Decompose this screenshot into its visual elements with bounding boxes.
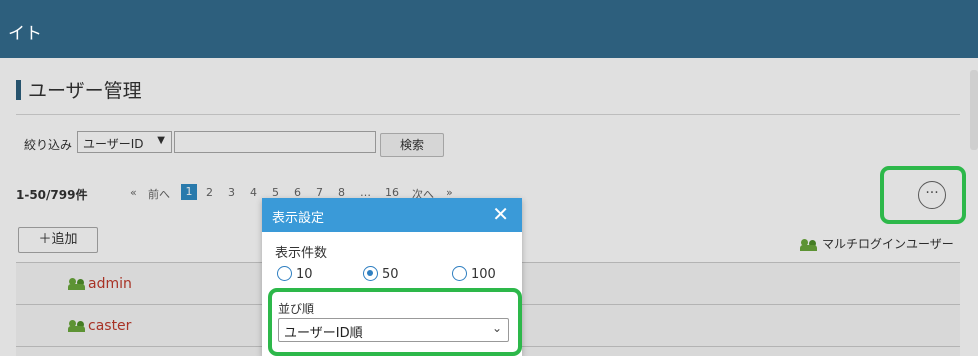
option-label: 100 [471, 267, 496, 282]
highlight-frame-more [880, 166, 966, 224]
site-title[interactable]: イト [8, 19, 42, 44]
dialog-title: 表示設定 [272, 211, 325, 226]
radio-icon [277, 266, 292, 281]
count-option-100[interactable]: 100 [452, 266, 496, 282]
close-icon[interactable]: ✕ [492, 202, 509, 226]
dialog-header: 表示設定 ✕ [262, 198, 522, 232]
radio-checked-icon [363, 266, 378, 281]
count-label: 表示件数 [275, 246, 328, 261]
radio-icon [452, 266, 467, 281]
count-option-10[interactable]: 10 [277, 266, 313, 282]
option-label: 10 [296, 267, 313, 282]
header-bar: イト [0, 0, 978, 58]
count-option-50[interactable]: 50 [363, 266, 399, 282]
highlight-frame-sort [268, 288, 522, 356]
option-label: 50 [382, 267, 399, 282]
scrollbar[interactable] [970, 70, 978, 150]
